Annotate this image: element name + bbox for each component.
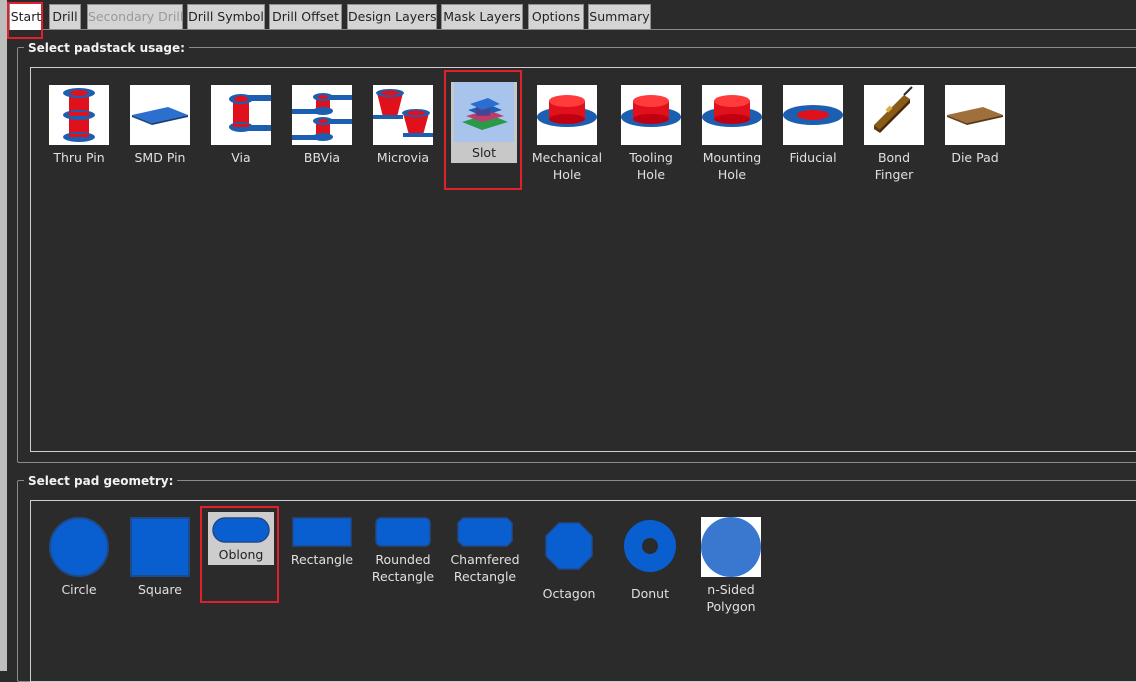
tab-design-layers[interactable]: Design Layers — [347, 4, 437, 29]
usage-label: Fiducial — [789, 150, 837, 165]
geometry-item-octagon[interactable]: Octagon — [529, 522, 609, 602]
geometry-label: Oblong — [218, 547, 264, 562]
tab-drill[interactable]: Drill — [49, 4, 81, 29]
geometry-item-chamfered-rectangle[interactable]: Chamfered Rectangle — [445, 517, 525, 585]
usage-item-microvia[interactable]: Microvia — [365, 85, 441, 166]
geometry-label: Rounded Rectangle — [371, 552, 435, 584]
usage-item-slot[interactable]: Slot — [446, 82, 522, 163]
usage-label: SMD Pin — [134, 150, 186, 165]
tab-bar: Start Drill Secondary Drill Drill Symbol… — [7, 0, 1136, 30]
tab-options[interactable]: Options — [528, 4, 584, 29]
geometry-item-rectangle[interactable]: Rectangle — [282, 517, 362, 568]
tab-drill-symbol[interactable]: Drill Symbol — [187, 4, 265, 29]
thru-pin-icon — [49, 85, 109, 145]
usage-label: Thru Pin — [53, 150, 105, 165]
geometry-label: Octagon — [542, 586, 596, 601]
usage-item-bbvia[interactable]: BBVia — [284, 85, 360, 166]
n-sided-polygon-icon — [701, 517, 761, 577]
geometry-label: Chamfered Rectangle — [450, 552, 520, 584]
usage-item-tooling-hole[interactable]: Tooling Hole — [613, 85, 689, 183]
bond-finger-icon — [864, 85, 924, 145]
usage-label: Via — [231, 150, 251, 165]
oblong-selection-box: Oblong — [208, 512, 274, 565]
chamfered-rectangle-icon — [457, 517, 513, 547]
microvia-icon — [373, 85, 433, 145]
circle-icon — [49, 517, 109, 577]
usage-label: Mechanical Hole — [531, 150, 603, 182]
tab-secondary-drill: Secondary Drill — [87, 4, 183, 29]
slot-selection-box: Slot — [451, 82, 517, 163]
usage-item-mechanical-hole[interactable]: Mechanical Hole — [529, 85, 605, 183]
tab-underline — [7, 29, 1136, 30]
tab-start[interactable]: Start — [9, 2, 43, 30]
octagon-icon — [545, 522, 593, 570]
geometry-label: Circle — [61, 582, 97, 597]
usage-label: Tooling Hole — [629, 150, 673, 182]
geometry-label: n-Sided Polygon — [706, 582, 756, 614]
geometry-item-rounded-rectangle[interactable]: Rounded Rectangle — [363, 517, 443, 585]
rectangle-icon — [292, 517, 352, 547]
usage-label: Bond Finger — [874, 150, 914, 182]
geometry-item-donut[interactable]: Donut — [610, 519, 690, 602]
die-pad-icon — [945, 85, 1005, 145]
bbvia-icon — [292, 85, 352, 145]
geometry-label: Donut — [630, 586, 670, 601]
geometry-item-circle[interactable]: Circle — [39, 517, 119, 598]
pad-geometry-title: Select pad geometry: — [24, 474, 178, 488]
usage-label: Microvia — [376, 150, 430, 165]
usage-item-mounting-hole[interactable]: Mounting Hole — [694, 85, 770, 183]
geometry-item-square[interactable]: Square — [120, 517, 200, 598]
square-icon — [130, 517, 190, 577]
donut-icon — [623, 519, 677, 573]
geometry-label: Rectangle — [290, 552, 354, 567]
smd-pin-icon — [130, 85, 190, 145]
slot-icon — [454, 82, 514, 142]
usage-item-thru-pin[interactable]: Thru Pin — [41, 85, 117, 166]
tab-mask-layers[interactable]: Mask Layers — [441, 4, 523, 29]
usage-label: Die Pad — [951, 150, 999, 165]
left-edge-strip — [0, 0, 7, 671]
usage-item-smd-pin[interactable]: SMD Pin — [122, 85, 198, 166]
usage-item-die-pad[interactable]: Die Pad — [937, 85, 1013, 166]
oblong-icon — [211, 516, 271, 544]
geometry-label: Square — [137, 582, 182, 597]
rounded-rectangle-icon — [375, 517, 431, 547]
tab-drill-offset[interactable]: Drill Offset — [269, 4, 342, 29]
usage-item-fiducial[interactable]: Fiducial — [775, 85, 851, 166]
usage-item-bond-finger[interactable]: Bond Finger — [856, 85, 932, 183]
tooling-hole-icon — [621, 85, 681, 145]
via-icon — [211, 85, 271, 145]
usage-item-via[interactable]: Via — [203, 85, 279, 166]
usage-label: Slot — [472, 145, 496, 160]
geometry-item-n-sided-polygon[interactable]: n-Sided Polygon — [691, 517, 771, 615]
fiducial-icon — [783, 85, 843, 145]
tab-summary[interactable]: Summary — [588, 4, 651, 29]
padstack-usage-title: Select padstack usage: — [24, 41, 189, 55]
geometry-item-oblong[interactable]: Oblong — [201, 512, 281, 565]
usage-label: BBVia — [303, 150, 341, 165]
mounting-hole-icon — [702, 85, 762, 145]
mechanical-hole-icon — [537, 85, 597, 145]
usage-label: Mounting Hole — [702, 150, 762, 182]
